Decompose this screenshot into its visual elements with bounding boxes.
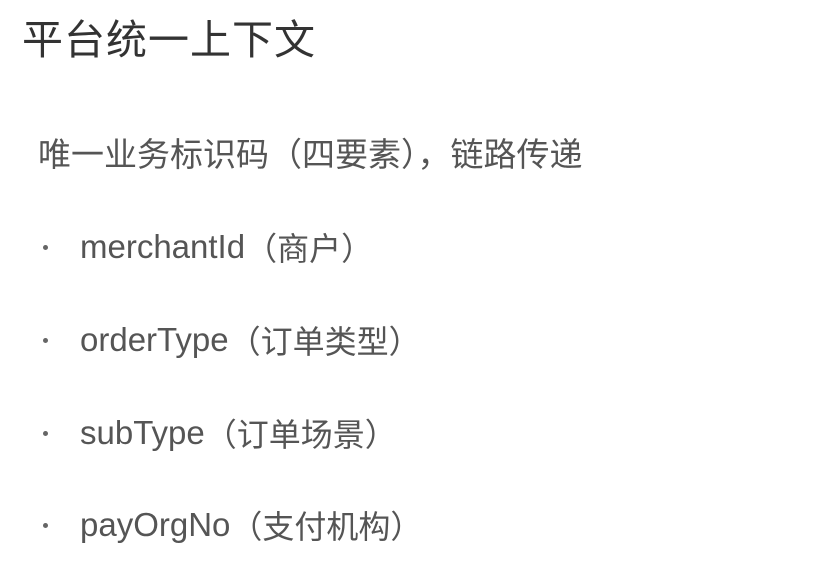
bullet-dot-icon bbox=[43, 430, 48, 436]
list-item-key: payOrgNo bbox=[80, 506, 231, 543]
section-subtitle: 唯一业务标识码（四要素），链路传递 bbox=[38, 135, 583, 174]
list-item-key: orderType bbox=[80, 321, 229, 358]
bullet-dot-icon bbox=[43, 522, 48, 528]
bullet-dot-icon bbox=[43, 244, 48, 250]
list-item-desc: （商户） bbox=[245, 230, 374, 268]
bullet-dot-icon bbox=[43, 337, 48, 343]
list-item-key: subType bbox=[80, 414, 205, 451]
list-item-key: merchantId bbox=[80, 228, 246, 265]
list-item-desc: （订单类型） bbox=[228, 323, 421, 361]
list-item-order-type: orderType （订单类型） bbox=[40, 317, 421, 363]
list-item-merchant: merchantId （商户） bbox=[40, 224, 373, 270]
list-item-pay-org: payOrgNo （支付机构） bbox=[40, 502, 422, 548]
page-title: 平台统一上下文 bbox=[22, 16, 316, 64]
list-item-sub-type: subType （订单场景） bbox=[40, 410, 397, 456]
slide: 平台统一上下文 唯一业务标识码（四要素），链路传递 merchantId （商户… bbox=[0, 0, 831, 573]
list-item-desc: （支付机构） bbox=[230, 508, 423, 546]
list-item-desc: （订单场景） bbox=[204, 416, 397, 454]
